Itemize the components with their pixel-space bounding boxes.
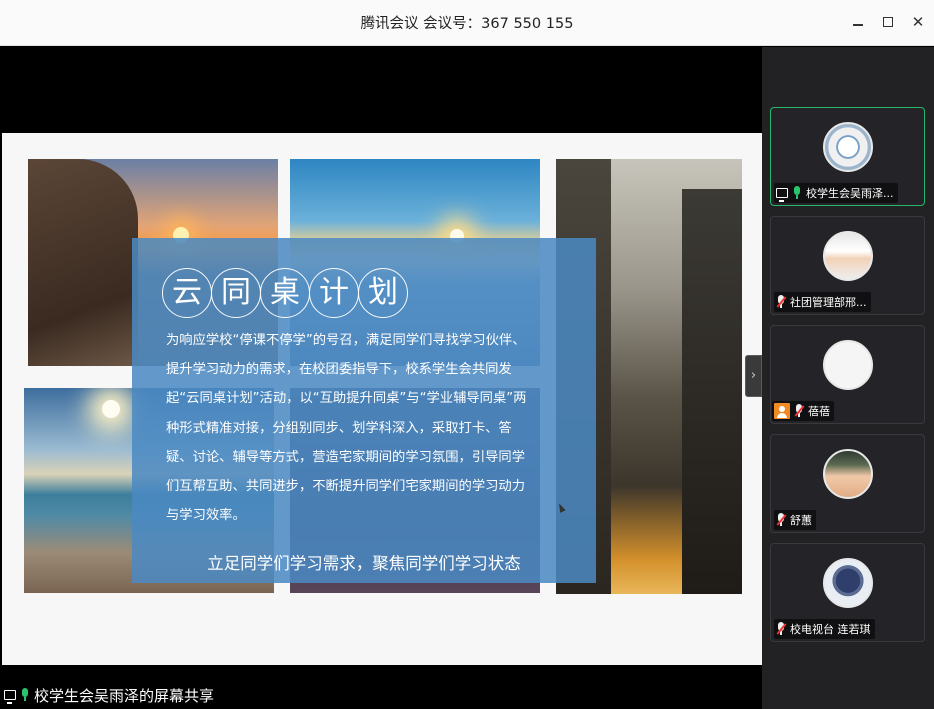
participant-nameplate: 舒蕙 (774, 510, 816, 530)
maximize-icon (883, 17, 893, 27)
participant-name: 舒蕙 (790, 514, 812, 527)
participant-name: 蓓蓓 (808, 405, 830, 418)
screen-share-icon (776, 188, 788, 202)
chevron-right-icon: › (750, 368, 757, 383)
slide-paragraph: 为响应学校“停课不停学”的号召，满足同学们寻找学习伙伴、提升学习动力的需求，在校… (166, 333, 527, 524)
avatar (823, 122, 873, 172)
participant-name: 社团管理部邢... (790, 296, 867, 309)
mic-muted-icon (794, 404, 805, 418)
mic-on-icon (792, 186, 802, 200)
window-title: 腾讯会议 会议号：367 550 155 (360, 16, 574, 32)
heading-char: 云 (162, 268, 212, 318)
maximize-button[interactable] (878, 12, 898, 32)
minimize-icon (853, 24, 863, 26)
participant-tile[interactable]: 社团管理部邢... (770, 216, 925, 315)
close-icon: ✕ (911, 13, 925, 31)
avatar (823, 231, 873, 281)
participant-tile[interactable]: 校学生会吴雨泽... (770, 107, 925, 206)
screen-share-icon (4, 690, 16, 704)
person-icon (774, 403, 790, 419)
avatar (823, 558, 873, 608)
heading-char: 划 (358, 268, 408, 318)
participant-tile[interactable]: 蓓蓓 (770, 325, 925, 424)
participant-name: 校学生会吴雨泽... (806, 187, 894, 200)
heading-char: 计 (309, 268, 359, 318)
participant-tile[interactable]: 舒蕙 (770, 434, 925, 533)
shared-slide: 云 同 桌 计 划 为响应学校“停课不停学”的号召，满足同学们寻找学习伙伴、提升… (2, 133, 762, 665)
heading-char: 同 (211, 268, 261, 318)
mic-muted-icon (776, 513, 787, 527)
screen-share-area: 云 同 桌 计 划 为响应学校“停课不停学”的号召，满足同学们寻找学习伙伴、提升… (0, 47, 762, 709)
mic-muted-icon (776, 295, 787, 309)
minimize-button[interactable] (848, 12, 868, 32)
close-button[interactable]: ✕ (908, 12, 928, 32)
participant-tile[interactable]: 校电视台 连若琪 (770, 543, 925, 642)
participant-nameplate: 校学生会吴雨泽... (774, 183, 898, 203)
text-overlay: 云 同 桌 计 划 为响应学校“停课不停学”的号召，满足同学们寻找学习伙伴、提升… (132, 238, 596, 583)
screen-share-owner: 校学生会吴雨泽的屏幕共享 (34, 686, 215, 705)
mic-on-icon (20, 688, 30, 702)
slide-slogan: 立足同学们学习需求，聚焦同学们学习状态 (207, 554, 521, 573)
mic-muted-icon (776, 622, 787, 636)
participant-nameplate: 蓓蓓 (772, 401, 834, 421)
screen-share-label: 校学生会吴雨泽的屏幕共享 (4, 685, 214, 705)
participant-nameplate: 社团管理部邢... (774, 292, 871, 312)
collapse-panel-button[interactable]: › (745, 355, 762, 397)
participant-nameplate: 校电视台 连若琪 (774, 619, 875, 639)
heading-char: 桌 (260, 268, 310, 318)
participant-name: 校电视台 连若琪 (790, 623, 871, 636)
slide-heading: 云 同 桌 计 划 (162, 268, 408, 318)
avatar (823, 340, 873, 390)
title-bar: 腾讯会议 会议号：367 550 155 ✕ (0, 0, 934, 46)
participants-panel: 校学生会吴雨泽... 社团管理部邢... 蓓蓓 舒蕙 校电视台 连若琪 (762, 47, 934, 709)
avatar (823, 449, 873, 499)
